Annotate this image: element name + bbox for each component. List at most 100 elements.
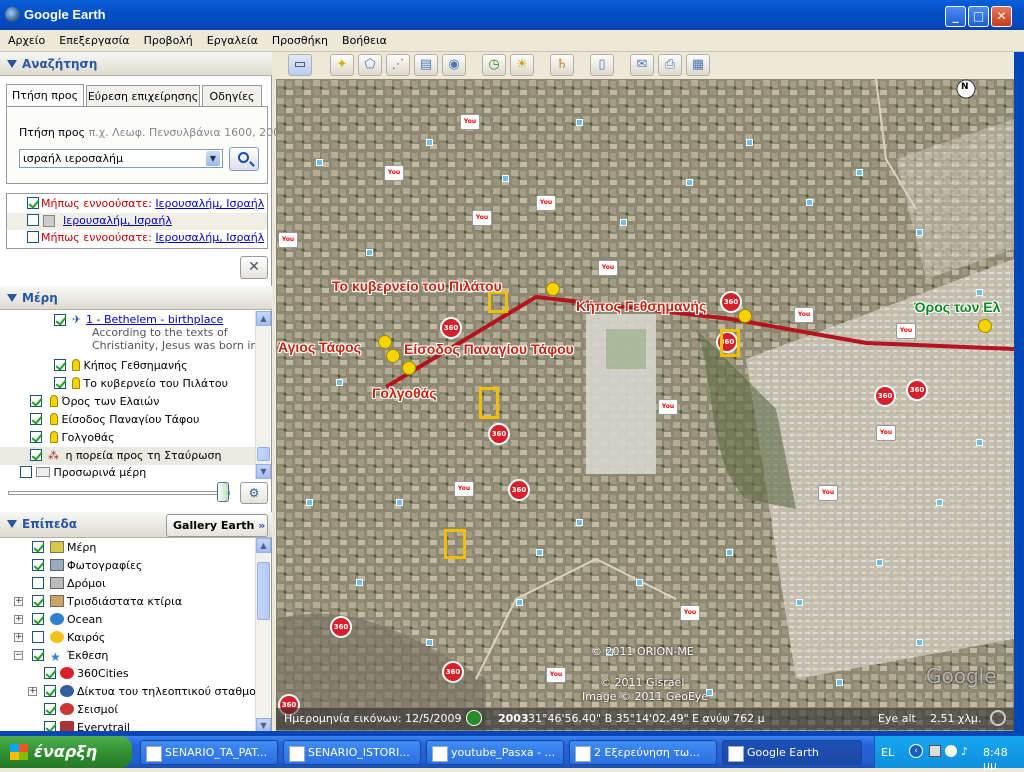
youtube-marker[interactable]: You — [546, 667, 566, 683]
result-link[interactable]: Ιερουσαλήμ, Ισραήλ — [155, 197, 264, 210]
youtube-marker[interactable]: You — [460, 114, 480, 130]
photo-marker[interactable] — [726, 549, 733, 556]
map-label[interactable]: Κήπος Γεθσημανής — [576, 298, 706, 314]
360cities-marker[interactable]: 360 — [508, 479, 530, 501]
360cities-marker[interactable]: 360 — [442, 661, 464, 683]
layer-checkbox[interactable] — [32, 559, 44, 571]
add-polygon-button[interactable]: ⬠ — [358, 54, 382, 76]
expand-icon[interactable]: + — [14, 633, 23, 642]
pushpin-icon[interactable] — [386, 349, 400, 363]
webcam-marker[interactable] — [479, 387, 499, 419]
place-checkbox[interactable] — [54, 314, 66, 326]
result-row[interactable]: Μήπως εννοούσατε: Ιερουσαλήμ, Ισραήλ — [7, 196, 267, 213]
youtube-marker[interactable]: You — [876, 425, 896, 441]
photo-marker[interactable] — [796, 599, 803, 606]
expand-icon[interactable]: + — [14, 615, 23, 624]
layer-item[interactable]: Δρόμοι — [50, 577, 106, 590]
layer-checkbox[interactable] — [32, 595, 44, 607]
email-button[interactable]: ✉ — [630, 54, 654, 76]
ruler-button[interactable]: ▯ — [590, 54, 614, 76]
scroll-down-icon[interactable]: ▼ — [256, 464, 271, 479]
menu-edit[interactable]: Επεξεργασία — [51, 30, 135, 47]
place-item[interactable]: Προσωρινά μέρη — [36, 466, 146, 479]
map-view[interactable]: N You You You You You You You You You Yo… — [276, 79, 1014, 731]
scroll-thumb[interactable] — [257, 447, 270, 461]
photo-marker[interactable] — [806, 199, 813, 206]
search-panel-header[interactable]: Αναζήτηση — [0, 52, 272, 76]
layers-scrollbar[interactable]: ▲ ▼ — [255, 538, 271, 734]
youtube-marker[interactable]: You — [658, 399, 678, 415]
tab-directions[interactable]: Οδηγίες — [202, 85, 262, 107]
photo-marker[interactable] — [976, 289, 983, 296]
map-label[interactable]: Το κυβερνείο του Πιλάτου — [332, 278, 502, 294]
volume-icon[interactable]: ♪ — [961, 745, 973, 758]
place-checkbox[interactable] — [30, 449, 42, 461]
layer-checkbox[interactable] — [32, 613, 44, 625]
planets-button[interactable]: ♄ — [550, 54, 574, 76]
layer-item[interactable]: Ocean — [50, 613, 102, 626]
result-row[interactable]: Ιερουσαλήμ, Ισραήλ — [7, 213, 267, 230]
chevron-left-icon[interactable]: ‹ — [909, 744, 923, 758]
place-item[interactable]: Όρος των Ελαιών — [50, 395, 159, 408]
youtube-marker[interactable]: You — [794, 307, 814, 323]
place-item[interactable]: Είσοδος Παναγίου Τάφου — [50, 413, 199, 426]
messenger-icon[interactable] — [945, 745, 957, 757]
photo-marker[interactable] — [836, 679, 843, 686]
expand-icon[interactable]: + — [28, 687, 37, 696]
close-button[interactable]: ✕ — [991, 6, 1012, 27]
360cities-marker[interactable]: 360 — [488, 423, 510, 445]
result-checkbox[interactable] — [27, 214, 39, 226]
map-label[interactable]: Άγιος Τάφος — [278, 339, 361, 355]
photo-marker[interactable] — [356, 579, 363, 586]
photo-marker[interactable] — [502, 175, 509, 182]
place-item[interactable]: Γολγοθάς — [50, 431, 115, 444]
webcam-marker[interactable] — [720, 329, 740, 357]
scroll-thumb[interactable] — [257, 562, 270, 620]
photo-marker[interactable] — [516, 599, 523, 606]
360cities-marker[interactable]: 360 — [906, 379, 928, 401]
webcam-marker[interactable] — [444, 529, 466, 559]
360cities-marker[interactable]: 360 — [440, 317, 462, 339]
photo-marker[interactable] — [856, 169, 863, 176]
language-indicator[interactable]: EL — [881, 746, 894, 759]
add-path-button[interactable]: ⋰ — [386, 54, 410, 76]
layer-checkbox[interactable] — [44, 685, 56, 697]
layer-item[interactable]: Μέρη — [50, 541, 96, 554]
result-row[interactable]: Μήπως εννοούσατε: Ιερουσαλήμ, Ισραήλ — [7, 230, 267, 247]
view-in-maps-button[interactable]: ▦ — [686, 54, 710, 76]
place-item[interactable]: ✈ 1 - Bethelem - birthplace — [72, 313, 223, 326]
photo-marker[interactable] — [876, 559, 883, 566]
places-scrollbar[interactable]: ▲ ▼ — [255, 311, 271, 479]
photo-marker[interactable] — [746, 139, 753, 146]
tour-button[interactable]: ⚙ — [240, 482, 268, 504]
dropdown-arrow-icon[interactable]: ▼ — [206, 151, 220, 166]
layer-item[interactable]: 360Cities — [60, 667, 129, 680]
minimize-button[interactable]: _ — [945, 6, 966, 27]
photo-marker[interactable] — [536, 549, 543, 556]
place-checkbox[interactable] — [54, 359, 66, 371]
photo-marker[interactable] — [620, 219, 627, 226]
place-item[interactable]: Κήπος Γεθσημανής — [72, 359, 188, 372]
network-icon[interactable] — [929, 745, 941, 757]
scroll-up-icon[interactable]: ▲ — [256, 311, 271, 326]
search-input[interactable]: ισραήλ ιεροσαλήμ ▼ — [19, 149, 223, 168]
result-link[interactable]: Ιερουσαλήμ, Ισραήλ — [63, 214, 172, 227]
menu-view[interactable]: Προβολή — [136, 30, 199, 47]
add-placemark-button[interactable]: ✦ — [330, 54, 354, 76]
photo-marker[interactable] — [976, 439, 983, 446]
youtube-marker[interactable]: You — [278, 232, 298, 248]
pushpin-icon[interactable] — [402, 361, 416, 375]
layer-item[interactable]: Καιρός — [50, 631, 105, 644]
layer-checkbox[interactable] — [32, 631, 44, 643]
place-checkbox[interactable] — [20, 466, 32, 478]
gallery-earth-button[interactable]: Gallery Earth » — [166, 514, 268, 537]
photo-marker[interactable] — [686, 179, 693, 186]
menu-file[interactable]: Αρχείο — [0, 30, 51, 47]
map-label[interactable]: Είσοδος Παναγίου Τάφου — [404, 341, 574, 357]
north-indicator[interactable]: N — [961, 82, 969, 92]
map-label[interactable]: Γολγοθάς — [372, 385, 437, 401]
photo-marker[interactable] — [636, 579, 643, 586]
photo-marker[interactable] — [306, 499, 313, 506]
clear-results-button[interactable]: ✕ — [240, 256, 268, 279]
scroll-up-icon[interactable]: ▲ — [256, 538, 271, 553]
